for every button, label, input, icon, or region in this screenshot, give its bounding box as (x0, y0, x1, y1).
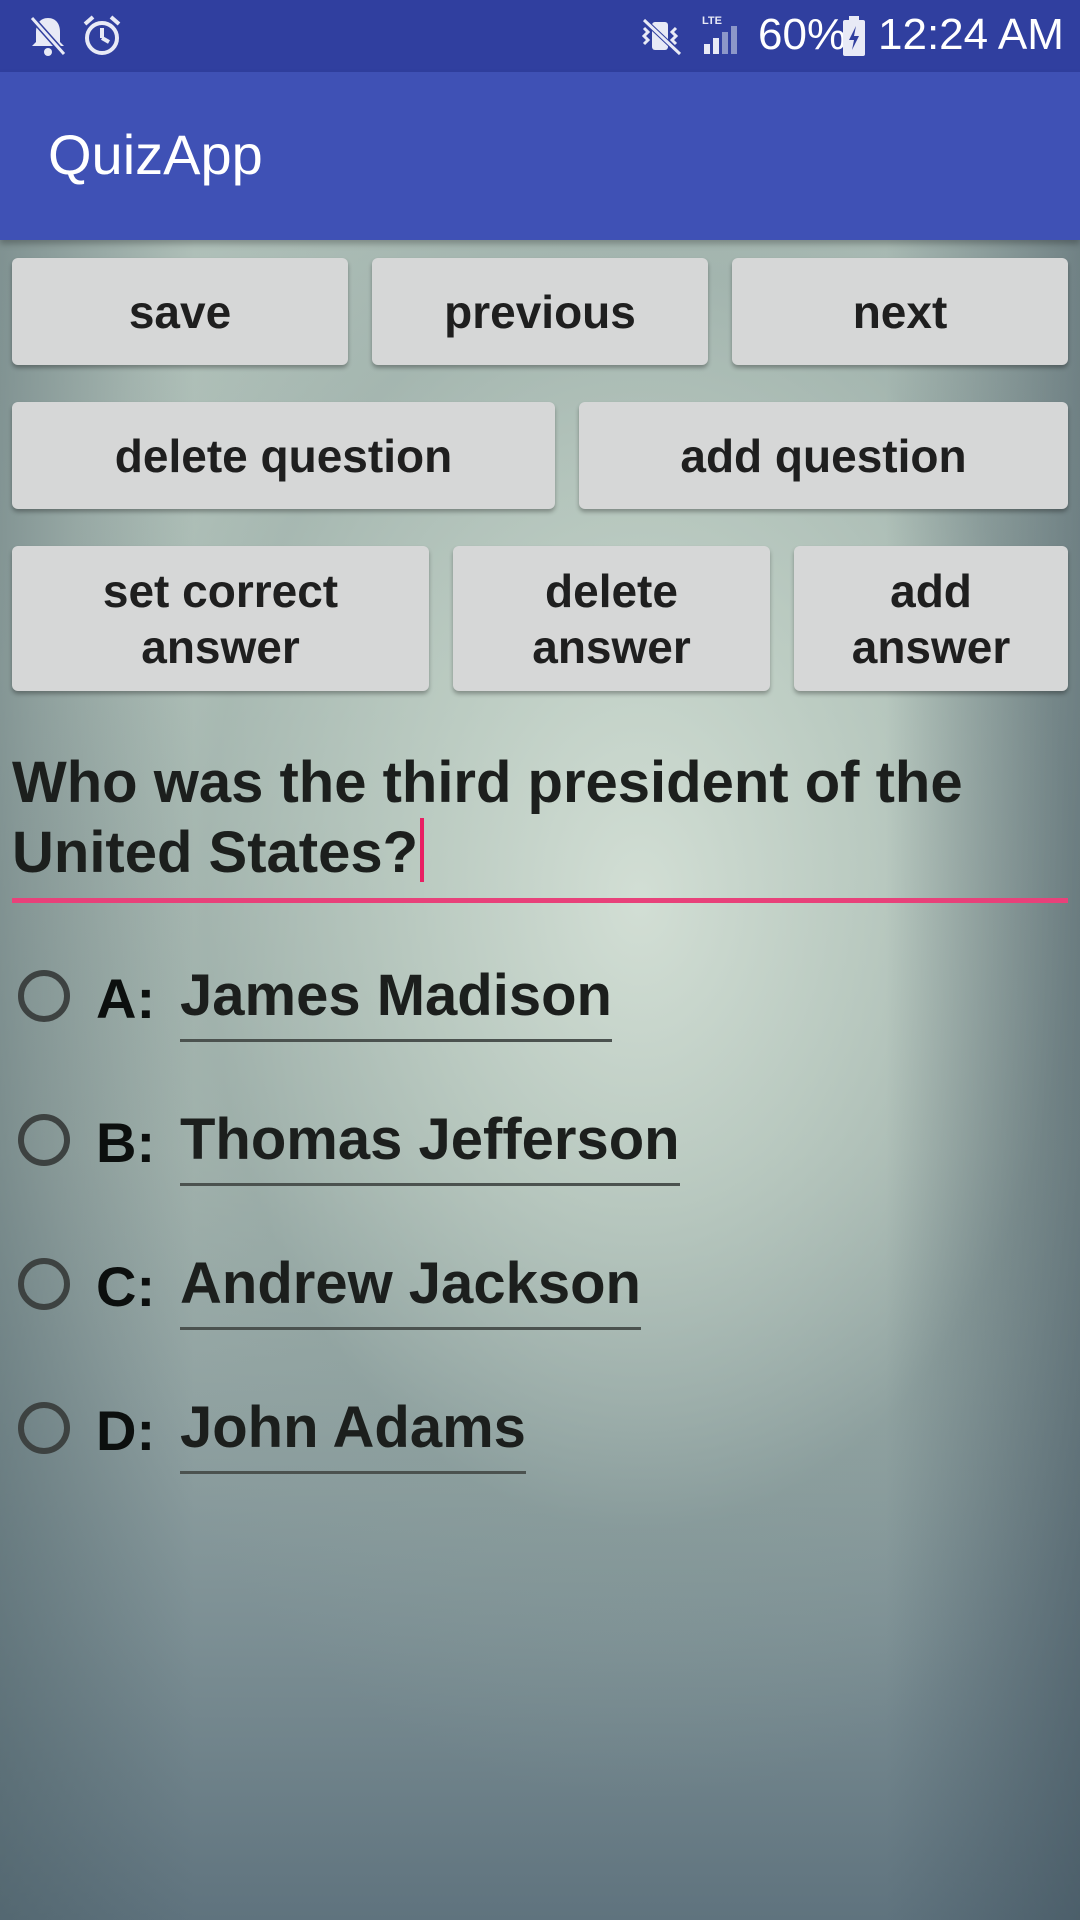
vibrate-mute-icon (640, 14, 682, 58)
question-input-underline (12, 898, 1068, 903)
app-title: QuizApp (48, 123, 263, 186)
delete-question-button[interactable]: delete question (12, 402, 555, 509)
answer-row-a: A: James Madison (0, 950, 1080, 1050)
question-input[interactable]: Who was the third president of the Unite… (12, 748, 1064, 888)
add-answer-button[interactable]: add answer (794, 546, 1068, 691)
set-correct-answer-button[interactable]: set correct answer (12, 546, 429, 691)
battery-charging-icon (840, 14, 868, 58)
next-button[interactable]: next (732, 258, 1068, 365)
answer-b-input[interactable]: Thomas Jefferson (180, 1106, 680, 1186)
answer-b-letter: B: (96, 1111, 156, 1174)
answer-row-d: D: John Adams (0, 1382, 1080, 1482)
answer-c-input[interactable]: Andrew Jackson (180, 1250, 641, 1330)
clock: 12:24 AM (878, 10, 1064, 59)
answer-d-letter: D: (96, 1399, 156, 1462)
add-question-button[interactable]: add question (579, 402, 1068, 509)
battery-percentage: 60% (758, 10, 847, 59)
answer-row-c: C: Andrew Jackson (0, 1238, 1080, 1338)
answer-a-letter: A: (96, 967, 156, 1030)
answer-a-radio[interactable] (18, 970, 70, 1022)
answer-d-radio[interactable] (18, 1402, 70, 1454)
text-cursor (420, 818, 425, 882)
notifications-off-icon (28, 14, 68, 58)
answer-a-input[interactable]: James Madison (180, 962, 612, 1042)
status-bar: LTE 60% 12:24 AM (0, 0, 1080, 72)
save-button[interactable]: save (12, 258, 348, 365)
app-bar: QuizApp (0, 72, 1080, 240)
answer-row-b: B: Thomas Jefferson (0, 1094, 1080, 1194)
delete-answer-button[interactable]: delete answer (453, 546, 770, 691)
answer-c-radio[interactable] (18, 1258, 70, 1310)
answer-c-letter: C: (96, 1255, 156, 1318)
answer-b-radio[interactable] (18, 1114, 70, 1166)
svg-text:LTE: LTE (702, 15, 722, 27)
previous-button[interactable]: previous (372, 258, 708, 365)
answer-d-input[interactable]: John Adams (180, 1394, 526, 1474)
alarm-icon (82, 14, 122, 58)
question-text: Who was the third president of the Unite… (12, 750, 963, 885)
signal-icon: LTE (700, 14, 740, 58)
